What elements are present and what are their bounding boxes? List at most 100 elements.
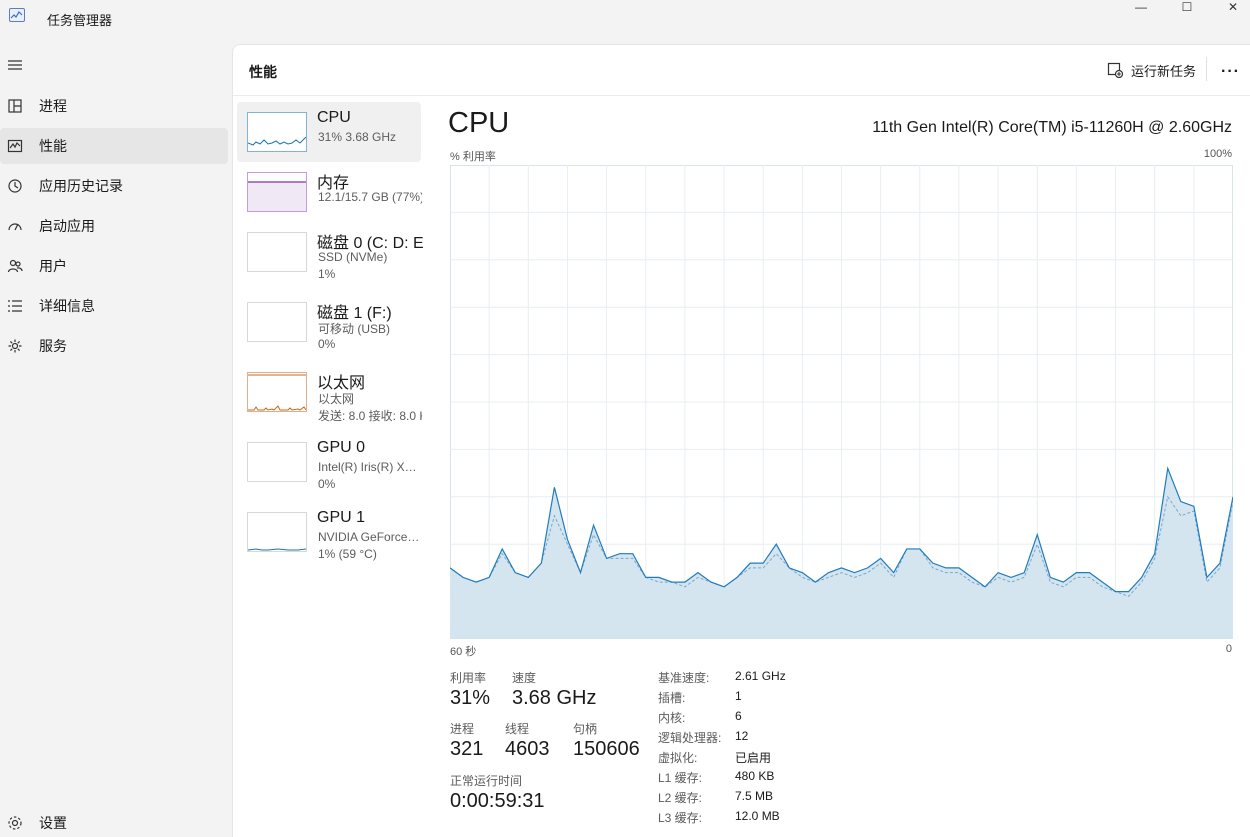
maximize-button[interactable]: ☐ bbox=[1164, 0, 1210, 14]
spec-key-l3-cache: L3 缓存: bbox=[658, 811, 703, 825]
maximize-icon: ☐ bbox=[1181, 0, 1193, 14]
app-history-icon bbox=[7, 178, 23, 194]
processes-icon bbox=[7, 98, 23, 114]
device-usage-gpu0: 0% bbox=[318, 477, 336, 491]
gpu0-mini-graph bbox=[247, 442, 307, 482]
hamburger-menu-icon[interactable] bbox=[7, 58, 23, 72]
nav-item-processes[interactable]: 进程 bbox=[0, 88, 228, 124]
spec-value-l2-cache: 7.5 MB bbox=[735, 789, 774, 803]
utilization-label: 利用率 bbox=[450, 671, 487, 685]
device-item-disk0[interactable]: 磁盘 0 (C: D: E:) SSD (NVMe) 1% bbox=[237, 222, 423, 282]
device-usage-disk0: 1% bbox=[318, 267, 336, 281]
device-item-cpu[interactable]: CPU 31% 3.68 GHz bbox=[237, 102, 421, 162]
minimize-icon: — bbox=[1135, 0, 1147, 14]
cpu-model-name: 11th Gen Intel(R) Core(TM) i5-11260H @ 2… bbox=[872, 119, 1232, 136]
cpu-title: CPU bbox=[448, 107, 510, 139]
nav-label-processes: 进程 bbox=[39, 98, 67, 114]
nav-item-settings[interactable]: 设置 bbox=[0, 805, 228, 837]
nav-label-settings: 设置 bbox=[39, 815, 67, 831]
nav-label-details: 详细信息 bbox=[39, 298, 95, 314]
device-usage-gpu1: 1% (59 °C) bbox=[318, 547, 377, 561]
spec-value-sockets: 1 bbox=[735, 689, 742, 703]
spec-value-l1-cache: 480 KB bbox=[735, 769, 775, 783]
nav-item-services[interactable]: 服务 bbox=[0, 328, 228, 364]
device-type-ethernet: 以太网 bbox=[318, 392, 355, 406]
device-model-gpu0: Intel(R) Iris(R) Xe Graphics bbox=[318, 460, 422, 474]
device-item-gpu0[interactable]: GPU 0 Intel(R) Iris(R) Xe Graphics 0% bbox=[237, 432, 422, 492]
threads-label: 线程 bbox=[505, 722, 530, 736]
device-throughput-ethernet: 发送: 8.0 接收: 8.0 Kbps bbox=[318, 409, 422, 423]
device-name-gpu1: GPU 1 bbox=[317, 509, 366, 526]
details-icon bbox=[7, 298, 23, 314]
nav-item-users[interactable]: 用户 bbox=[0, 248, 228, 284]
settings-gear-icon bbox=[7, 815, 23, 831]
device-item-disk1[interactable]: 磁盘 1 (F:) 可移动 (USB) 0% bbox=[237, 292, 421, 352]
y-axis-max-label: 100% bbox=[1203, 148, 1232, 160]
nav-item-app-history[interactable]: 应用历史记录 bbox=[0, 168, 228, 204]
startup-icon bbox=[7, 218, 23, 234]
nav-label-users: 用户 bbox=[39, 258, 67, 274]
run-new-task-label: 运行新任务 bbox=[1131, 63, 1197, 79]
uptime-label: 正常运行时间 bbox=[450, 774, 523, 788]
device-detail-memory: 12.1/15.7 GB (77%) bbox=[318, 190, 422, 204]
nav-label-performance: 性能 bbox=[39, 138, 67, 154]
device-detail-cpu: 31% 3.68 GHz bbox=[318, 130, 397, 144]
title-bar: 任务管理器 — ☐ ✕ bbox=[0, 0, 1250, 36]
header-divider bbox=[233, 95, 1250, 96]
memory-mini-graph bbox=[247, 172, 307, 212]
nav-item-performance[interactable]: 性能 bbox=[0, 128, 228, 164]
cpu-mini-graph bbox=[247, 112, 307, 152]
users-icon bbox=[7, 258, 23, 274]
threads-value: 4603 bbox=[505, 738, 550, 760]
spec-value-virtualization: 已启用 bbox=[735, 751, 772, 765]
minimize-button[interactable]: — bbox=[1118, 0, 1164, 14]
run-task-icon bbox=[1107, 62, 1123, 78]
run-new-task-button[interactable]: 运行新任务 bbox=[1107, 59, 1196, 81]
page-title: 性能 bbox=[249, 64, 277, 80]
navigation-sidebar: 进程 性能 应用历史记录 启动应用 用户 详细信息 服务 设置 bbox=[0, 44, 232, 837]
device-item-ethernet[interactable]: 以太网 以太网 发送: 8.0 接收: 8.0 Kbps bbox=[237, 362, 422, 423]
spec-key-l2-cache: L2 缓存: bbox=[658, 791, 703, 805]
spec-value-base-speed: 2.61 GHz bbox=[735, 669, 786, 683]
device-name-gpu0: GPU 0 bbox=[317, 439, 366, 456]
performance-page: 性能 运行新任务 ··· CPU 31% 3.68 GHz 内存 12.1/15… bbox=[232, 44, 1250, 837]
device-item-memory[interactable]: 内存 12.1/15.7 GB (77%) bbox=[237, 162, 422, 222]
processes-value: 321 bbox=[450, 738, 484, 760]
device-type-disk1: 可移动 (USB) bbox=[318, 322, 391, 336]
nav-item-startup[interactable]: 启动应用 bbox=[0, 208, 228, 244]
handles-label: 句柄 bbox=[573, 722, 598, 736]
spec-value-cores: 6 bbox=[735, 709, 742, 723]
device-item-gpu1[interactable]: GPU 1 NVIDIA GeForce RTX 3050 1% (59 °C) bbox=[237, 502, 422, 562]
handles-value: 150606 bbox=[573, 738, 640, 760]
performance-icon bbox=[7, 138, 23, 154]
close-icon: ✕ bbox=[1227, 0, 1239, 14]
spec-key-logical-processors: 逻辑处理器: bbox=[658, 731, 722, 745]
x-axis-start-label: 60 秒 bbox=[450, 646, 477, 658]
nav-label-app-history: 应用历史记录 bbox=[39, 178, 123, 194]
close-button[interactable]: ✕ bbox=[1210, 0, 1250, 14]
task-manager-app-icon bbox=[9, 8, 25, 22]
device-usage-disk1: 0% bbox=[318, 337, 336, 351]
utilization-value: 31% bbox=[450, 687, 491, 709]
uptime-value: 0:00:59:31 bbox=[450, 790, 545, 812]
nav-item-details[interactable]: 详细信息 bbox=[0, 288, 228, 324]
nav-label-services: 服务 bbox=[39, 338, 67, 354]
more-options-button[interactable]: ··· bbox=[1221, 63, 1240, 81]
x-axis-end-label: 0 bbox=[1225, 643, 1232, 655]
speed-label: 速度 bbox=[512, 671, 537, 685]
device-type-disk0: SSD (NVMe) bbox=[318, 250, 388, 264]
speed-value: 3.68 GHz bbox=[512, 687, 597, 709]
ethernet-mini-graph bbox=[247, 372, 307, 412]
nav-label-startup: 启动应用 bbox=[39, 218, 95, 234]
app-title: 任务管理器 bbox=[47, 13, 113, 28]
spec-key-base-speed: 基准速度: bbox=[658, 671, 710, 685]
spec-key-sockets: 插槽: bbox=[658, 691, 686, 705]
spec-value-l3-cache: 12.0 MB bbox=[735, 809, 780, 823]
spec-key-l1-cache: L1 缓存: bbox=[658, 771, 703, 785]
spec-key-cores: 内核: bbox=[658, 711, 686, 725]
disk1-mini-graph bbox=[247, 302, 307, 342]
device-model-gpu1: NVIDIA GeForce RTX 3050 bbox=[318, 530, 422, 544]
spec-key-virtualization: 虚拟化: bbox=[658, 751, 698, 765]
cpu-utilization-graph bbox=[450, 165, 1233, 639]
header-divider-vertical bbox=[1206, 57, 1207, 81]
